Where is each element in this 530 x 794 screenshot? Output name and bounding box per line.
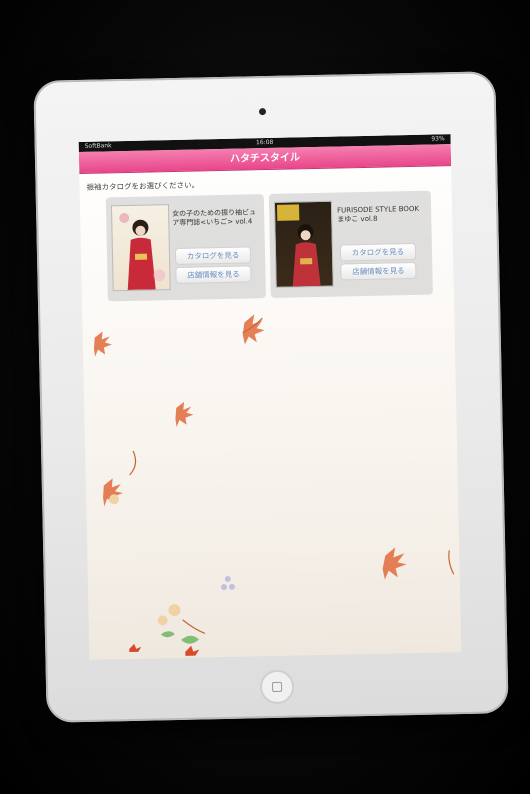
kimono-model-illustration <box>119 213 166 290</box>
home-button[interactable] <box>259 669 295 705</box>
catalog-title: 女の子のための振り袖ビュア専門誌<いちご> vol.4 <box>172 208 257 228</box>
front-camera <box>258 108 267 116</box>
catalog-card-ichigo: 女の子のための振り袖ビュア専門誌<いちご> vol.4 カタログを見る 店舗情報… <box>105 194 266 302</box>
store-info-button[interactable]: 店舗情報を見る <box>175 265 252 284</box>
kimono-model-illustration <box>276 204 321 287</box>
view-catalog-button[interactable]: カタログを見る <box>339 242 417 262</box>
app-screen: SoftBank 16:08 93% ハタチスタイル 振袖カタログをお選びくださ… <box>78 134 462 660</box>
catalog-cover-image[interactable] <box>273 200 334 288</box>
catalog-cover-image[interactable] <box>110 204 171 292</box>
app-title: ハタチスタイル <box>229 152 301 165</box>
catalog-prompt: 振袖カタログをお選びください。 <box>86 180 200 192</box>
store-info-button[interactable]: 店舗情報を見る <box>340 261 417 281</box>
battery-indicator: 93% <box>431 135 445 143</box>
ipad-device: SoftBank 16:08 93% ハタチスタイル 振袖カタログをお選びくださ… <box>33 71 509 723</box>
catalog-title: FURISODE STYLE BOOK まゆこ vol.8 <box>337 204 420 224</box>
catalog-card-mayuko: FURISODE STYLE BOOK まゆこ vol.8 カタログを見る 店舗… <box>268 190 433 298</box>
view-catalog-button[interactable]: カタログを見る <box>174 246 252 265</box>
